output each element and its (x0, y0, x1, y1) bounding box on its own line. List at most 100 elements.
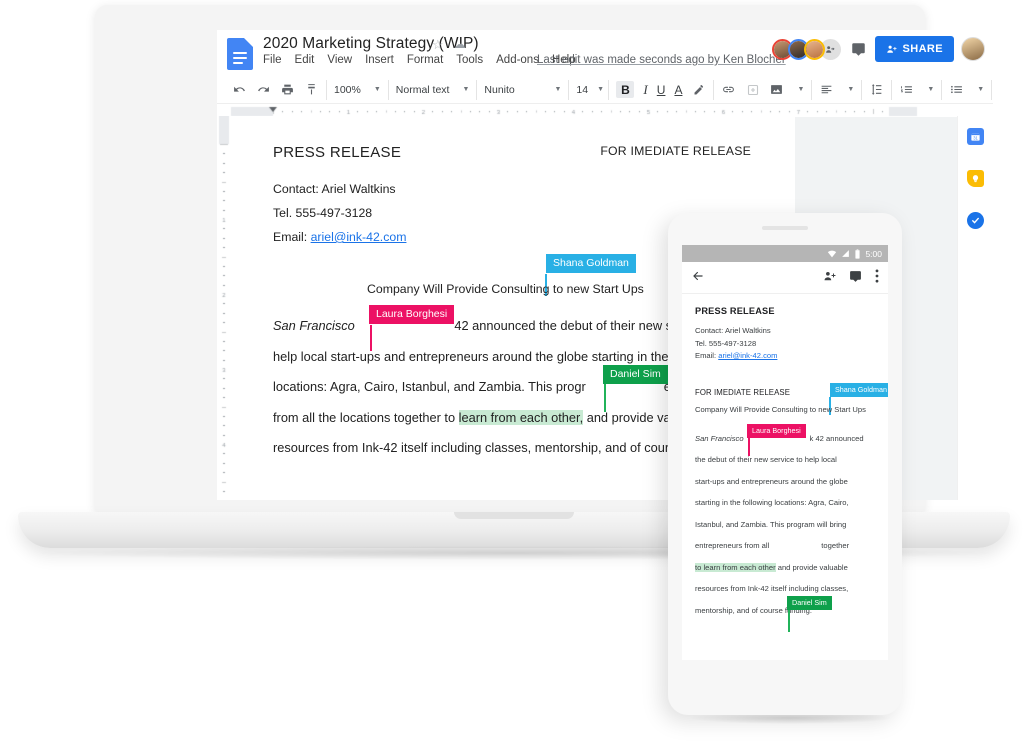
insert-link-icon[interactable] (721, 82, 736, 97)
toolbar-group-insert: ▼ (714, 79, 813, 100)
phone-line7-b: and provide valuable (775, 562, 848, 572)
signal-icon (841, 249, 850, 258)
menu-item-addons[interactable]: Add-ons (496, 54, 539, 66)
avatar-collaborator-3[interactable] (804, 38, 826, 60)
font-size-select[interactable]: 14 (576, 84, 588, 96)
toolbar-group-bullets: ▼ (942, 79, 993, 100)
phone-screen: 5:00 PRESS RELEASE Contact: Ariel Waltki… (682, 245, 888, 660)
title-icon-group: ☆ ☁ (432, 38, 466, 52)
subheading-before: Company Will Provide Consulting (367, 282, 550, 296)
phone-device: 5:00 PRESS RELEASE Contact: Ariel Waltki… (668, 213, 902, 715)
phone-cursor-caret-laura-borghesi (748, 437, 750, 456)
document-contact: Contact: Ariel Waltkins (273, 182, 396, 196)
align-left-icon[interactable] (819, 82, 834, 97)
docs-toolbar: 100% ▼ Normal text ▼ Nunito ▼ 14 ▼ B I U… (217, 76, 993, 104)
menu-item-insert[interactable]: Insert (365, 54, 394, 66)
back-arrow-icon[interactable] (691, 269, 705, 286)
text-color-button[interactable]: A (674, 83, 682, 97)
line-spacing-icon[interactable] (869, 82, 884, 97)
phone-highlight: to learn from each other (695, 562, 776, 572)
body-line3-a: locations: Agra, Cairo, Istanbul, and Za… (273, 379, 586, 394)
toolbar-group-history (225, 79, 327, 100)
avatar-current-user[interactable] (961, 37, 985, 61)
vertical-ruler[interactable] (217, 116, 231, 500)
docs-header: 2020 Marketing Strategy (WIP) ☆ ☁ File E… (217, 30, 993, 76)
toolbar-group-spacing (862, 79, 893, 100)
header-actions: SHARE (772, 36, 985, 62)
chevron-down-icon[interactable]: ▼ (597, 86, 604, 93)
overflow-menu-icon[interactable] (875, 269, 879, 286)
cloud-icon[interactable]: ☁ (454, 38, 466, 51)
menu-item-file[interactable]: File (263, 54, 282, 66)
email-label: Email: (273, 230, 311, 244)
phone-cursor-label-shana-goldman: Shana Goldman (830, 382, 888, 397)
comments-icon[interactable] (848, 39, 868, 59)
paint-format-icon[interactable] (304, 82, 319, 97)
bold-button[interactable]: B (616, 81, 635, 98)
highlight-pen-icon[interactable] (691, 82, 706, 97)
google-keep-icon[interactable] (967, 170, 984, 187)
google-calendar-icon[interactable]: 31 (967, 128, 984, 145)
menu-item-tools[interactable]: Tools (456, 54, 483, 66)
battery-icon (854, 248, 861, 259)
chevron-down-icon[interactable]: ▼ (462, 86, 469, 93)
insert-image-icon[interactable] (769, 82, 784, 97)
cursor-caret-daniel-sim (604, 384, 606, 412)
phone-line1-rest: k 42 announced (809, 433, 864, 443)
menu-item-view[interactable]: View (327, 54, 352, 66)
chevron-down-icon[interactable]: ▼ (374, 86, 381, 93)
phone-email-line: Email: ariel@ink-42.com (695, 350, 875, 363)
body-highlight: learn from each other, (458, 409, 584, 425)
chevron-down-icon[interactable]: ▼ (554, 86, 561, 93)
toolbar-group-font[interactable]: Nunito ▼ (477, 79, 570, 100)
toolbar-group-style[interactable]: Normal text ▼ (389, 79, 478, 100)
chevron-down-icon[interactable]: ▼ (797, 86, 804, 93)
add-comment-icon[interactable] (745, 82, 760, 97)
italic-button[interactable]: I (643, 82, 647, 98)
toolbar-group-zoom[interactable]: 100% ▼ (327, 79, 389, 100)
cursor-label-shana-goldman: Shana Goldman (546, 254, 636, 273)
subheading-after: to new Start Ups (549, 282, 644, 296)
paragraph-style[interactable]: Normal text (396, 84, 450, 96)
phone-email-link[interactable]: ariel@ink-42.com (718, 351, 777, 360)
underline-button[interactable]: U (657, 83, 666, 97)
print-icon[interactable] (280, 82, 295, 97)
last-edit-status[interactable]: Last edit was made seconds ago by Ken Bl… (537, 54, 786, 66)
email-link[interactable]: ariel@ink-42.com (311, 230, 407, 244)
phone-app-bar (682, 262, 888, 294)
chevron-down-icon[interactable]: ▼ (977, 86, 984, 93)
phone-status-bar: 5:00 (682, 245, 888, 262)
phone-line6-a: entrepreneurs from all (695, 541, 770, 551)
side-rail: 31 (957, 116, 993, 500)
phone-tel: Tel. 555-497-3128 (695, 338, 757, 348)
horizontal-ruler[interactable] (217, 104, 993, 117)
phone-document-content[interactable]: PRESS RELEASE Contact: Ariel Waltkins Te… (682, 294, 888, 632)
share-button[interactable]: SHARE (875, 36, 954, 62)
body-line4-a: from all the locations together to (273, 409, 459, 425)
cursor-label-laura-borghesi: Laura Borghesi (369, 305, 455, 324)
chevron-down-icon[interactable]: ▼ (847, 86, 854, 93)
phone-release-note: FOR IMEDIATE RELEASE (695, 387, 791, 397)
redo-icon[interactable] (256, 82, 271, 97)
toolbar-group-size[interactable]: 14 ▼ (569, 79, 610, 100)
share-button-label: SHARE (902, 43, 943, 55)
star-icon[interactable]: ☆ (432, 38, 444, 51)
add-person-icon[interactable] (823, 270, 836, 286)
menu-item-edit[interactable]: Edit (295, 54, 315, 66)
numbered-list-icon[interactable] (899, 82, 914, 97)
toolbar-group-more: ⋯ ▼ (992, 80, 993, 100)
phone-subheading-after: to new Start Ups (807, 404, 866, 414)
phone-heading: PRESS RELEASE (695, 306, 775, 316)
font-family-select[interactable]: Nunito (484, 84, 514, 96)
phone-cursor-label-laura-borghesi: Laura Borghesi (747, 423, 806, 438)
undo-icon[interactable] (232, 82, 247, 97)
google-tasks-icon[interactable] (967, 212, 984, 229)
collaborator-avatars (772, 38, 842, 60)
menu-item-format[interactable]: Format (407, 54, 443, 66)
zoom-level[interactable]: 100% (334, 84, 361, 96)
google-docs-icon (227, 38, 253, 70)
bulleted-list-icon[interactable] (949, 82, 964, 97)
svg-text:31: 31 (973, 135, 978, 140)
comment-icon[interactable] (849, 270, 862, 286)
chevron-down-icon[interactable]: ▼ (927, 86, 934, 93)
